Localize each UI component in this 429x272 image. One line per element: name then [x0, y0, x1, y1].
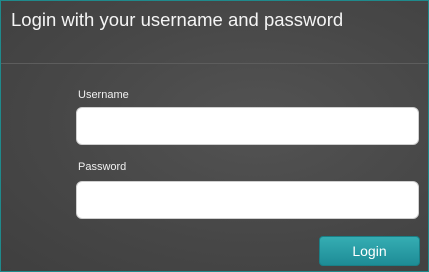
password-input[interactable] [76, 181, 419, 219]
username-label: Username [78, 89, 129, 101]
login-title: Login with your username and password [11, 9, 344, 30]
login-button[interactable]: Login [319, 236, 420, 266]
username-input[interactable] [76, 107, 419, 145]
title-divider [1, 63, 428, 64]
login-panel: Login with your username and password Us… [0, 0, 429, 272]
password-label: Password [78, 161, 127, 173]
